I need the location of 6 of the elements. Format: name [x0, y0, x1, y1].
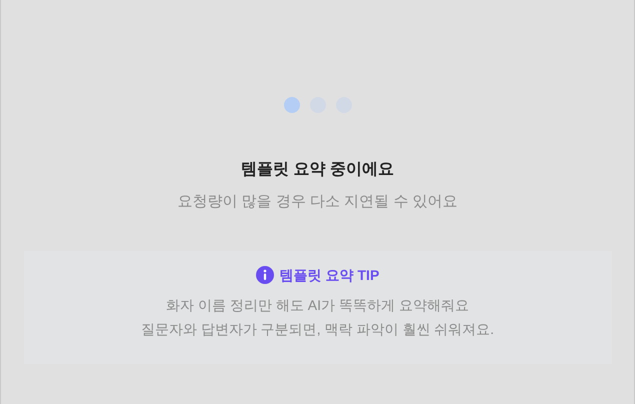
tip-text: 화자 이름 정리만 해도 AI가 똑똑하게 요약해줘요 [166, 296, 469, 315]
info-icon [256, 266, 274, 284]
status-title: 템플릿 요약 중이에요 [241, 160, 394, 180]
status-subtitle: 요청량이 많을 경우 다소 지연될 수 있어요 [177, 192, 458, 212]
tip-title: 템플릿 요약 TIP [280, 266, 380, 285]
tip-text: 질문자와 답변자가 구분되면, 맥락 파악이 훨씬 쉬워져요. [140, 320, 494, 339]
